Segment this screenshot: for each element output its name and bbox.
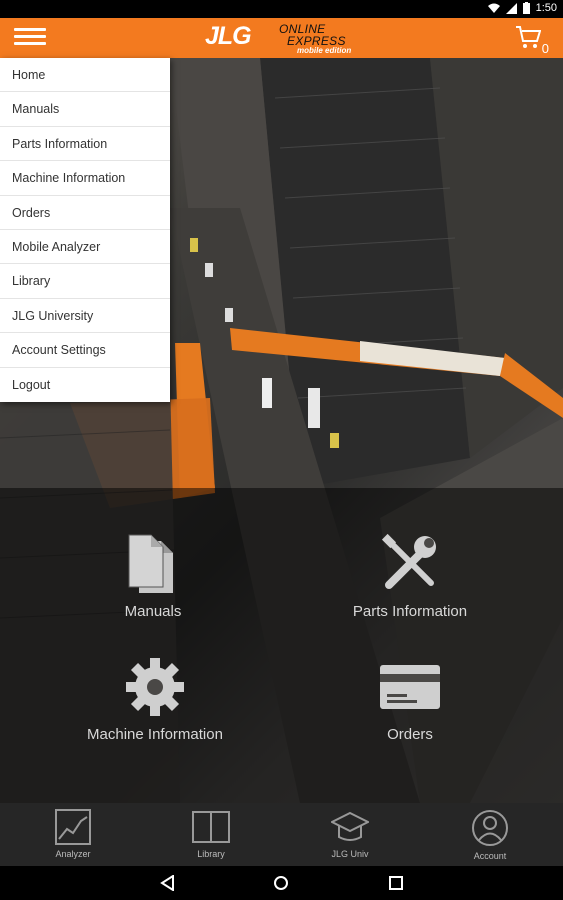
drawer-item-logout[interactable]: Logout bbox=[0, 368, 170, 402]
gear-icon bbox=[126, 658, 184, 716]
drawer-item-manuals[interactable]: Manuals bbox=[0, 92, 170, 127]
cart-count: 0 bbox=[541, 41, 549, 56]
bottom-navigation: Analyzer Library JLG Univ Account bbox=[0, 803, 563, 866]
nav-account-label: Account bbox=[473, 851, 507, 861]
machine-information-tile[interactable]: Machine Information bbox=[75, 656, 235, 743]
parts-information-label: Parts Information bbox=[352, 603, 468, 620]
user-icon bbox=[472, 810, 508, 846]
parts-information-tile[interactable]: Parts Information bbox=[340, 533, 480, 620]
back-icon[interactable] bbox=[160, 875, 176, 891]
drawer-item-account-settings[interactable]: Account Settings bbox=[0, 333, 170, 368]
logo-brand: JLG bbox=[205, 22, 252, 50]
cart-button[interactable]: 0 bbox=[515, 24, 549, 56]
drawer-item-machine-information[interactable]: Machine Information bbox=[0, 161, 170, 196]
wifi-icon bbox=[487, 3, 500, 13]
battery-icon bbox=[522, 2, 530, 14]
manuals-tile[interactable]: Manuals bbox=[98, 533, 208, 620]
app-bar: JLG ONLINE EXPRESS mobile edition 0 bbox=[0, 18, 563, 58]
recents-icon[interactable] bbox=[388, 875, 404, 891]
drawer-item-home[interactable]: Home bbox=[0, 58, 170, 93]
nav-jlg-univ[interactable]: JLG Univ bbox=[310, 809, 390, 859]
home-icon[interactable] bbox=[273, 875, 289, 891]
nav-analyzer[interactable]: Analyzer bbox=[33, 809, 113, 859]
graduation-cap-icon bbox=[331, 811, 369, 841]
menu-icon[interactable] bbox=[14, 28, 46, 48]
signal-icon bbox=[505, 2, 517, 14]
nav-library-label: Library bbox=[197, 849, 225, 859]
system-navigation-bar bbox=[0, 866, 563, 900]
book-icon bbox=[192, 811, 230, 843]
app-screen: 1:50 JLG ONLINE EXPRESS mobile edition 0 bbox=[0, 0, 563, 900]
credit-card-icon bbox=[380, 665, 440, 709]
drawer-item-mobile-analyzer[interactable]: Mobile Analyzer bbox=[0, 230, 170, 265]
status-time: 1:50 bbox=[535, 2, 557, 14]
tools-icon bbox=[381, 533, 436, 589]
chart-icon bbox=[55, 809, 91, 845]
status-bar: 1:50 bbox=[0, 0, 563, 18]
jlg-logo: JLG ONLINE EXPRESS mobile edition bbox=[205, 21, 375, 55]
drawer-item-orders[interactable]: Orders bbox=[0, 196, 170, 230]
navigation-drawer: Home Manuals Parts Information Machine I… bbox=[0, 58, 170, 402]
drawer-item-library[interactable]: Library bbox=[0, 264, 170, 299]
nav-jlg-univ-label: JLG Univ bbox=[331, 849, 369, 859]
drawer-item-parts-information[interactable]: Parts Information bbox=[0, 127, 170, 162]
logo-line3: mobile edition bbox=[297, 46, 352, 55]
drawer-item-jlg-university[interactable]: JLG University bbox=[0, 299, 170, 334]
nav-account[interactable]: Account bbox=[450, 809, 530, 861]
nav-library[interactable]: Library bbox=[171, 809, 251, 859]
manuals-label: Manuals bbox=[124, 603, 182, 620]
orders-label: Orders bbox=[387, 726, 433, 743]
orders-tile[interactable]: Orders bbox=[360, 664, 460, 743]
nav-analyzer-label: Analyzer bbox=[55, 849, 91, 859]
cart-icon bbox=[516, 26, 542, 48]
document-icon bbox=[128, 534, 173, 593]
machine-information-label: Machine Information bbox=[87, 726, 223, 743]
